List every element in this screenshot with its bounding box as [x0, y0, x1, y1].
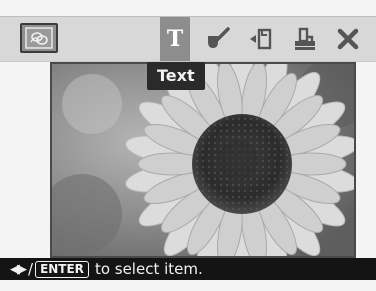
tooltip-text: Text	[147, 62, 205, 90]
print-tool-button[interactable]	[290, 17, 320, 61]
rotate-frame-icon	[250, 28, 272, 50]
status-bar: ◀▶ / ENTER to select item.	[0, 258, 376, 280]
print-icon	[295, 27, 315, 50]
close-icon	[337, 28, 359, 50]
thumbnail-button[interactable]	[20, 23, 58, 53]
hint-text: to select item.	[94, 260, 203, 278]
text-icon: T	[166, 26, 184, 52]
text-tool-button[interactable]: T	[160, 17, 190, 61]
brush-tool-button[interactable]	[203, 17, 233, 61]
sunflower-photo	[50, 62, 356, 258]
screen: T Text ◀▶ / ENTER to select item.	[0, 0, 376, 291]
separator-slash: /	[28, 260, 34, 278]
brush-icon	[208, 27, 230, 48]
close-tool-button[interactable]	[333, 17, 363, 61]
enter-key-badge: ENTER	[35, 260, 89, 278]
toolbar: T	[0, 16, 376, 62]
image-thumbnail-icon	[25, 27, 53, 49]
rotate-tool-button[interactable]	[246, 17, 276, 61]
left-right-arrows-icon: ◀▶	[10, 261, 27, 277]
